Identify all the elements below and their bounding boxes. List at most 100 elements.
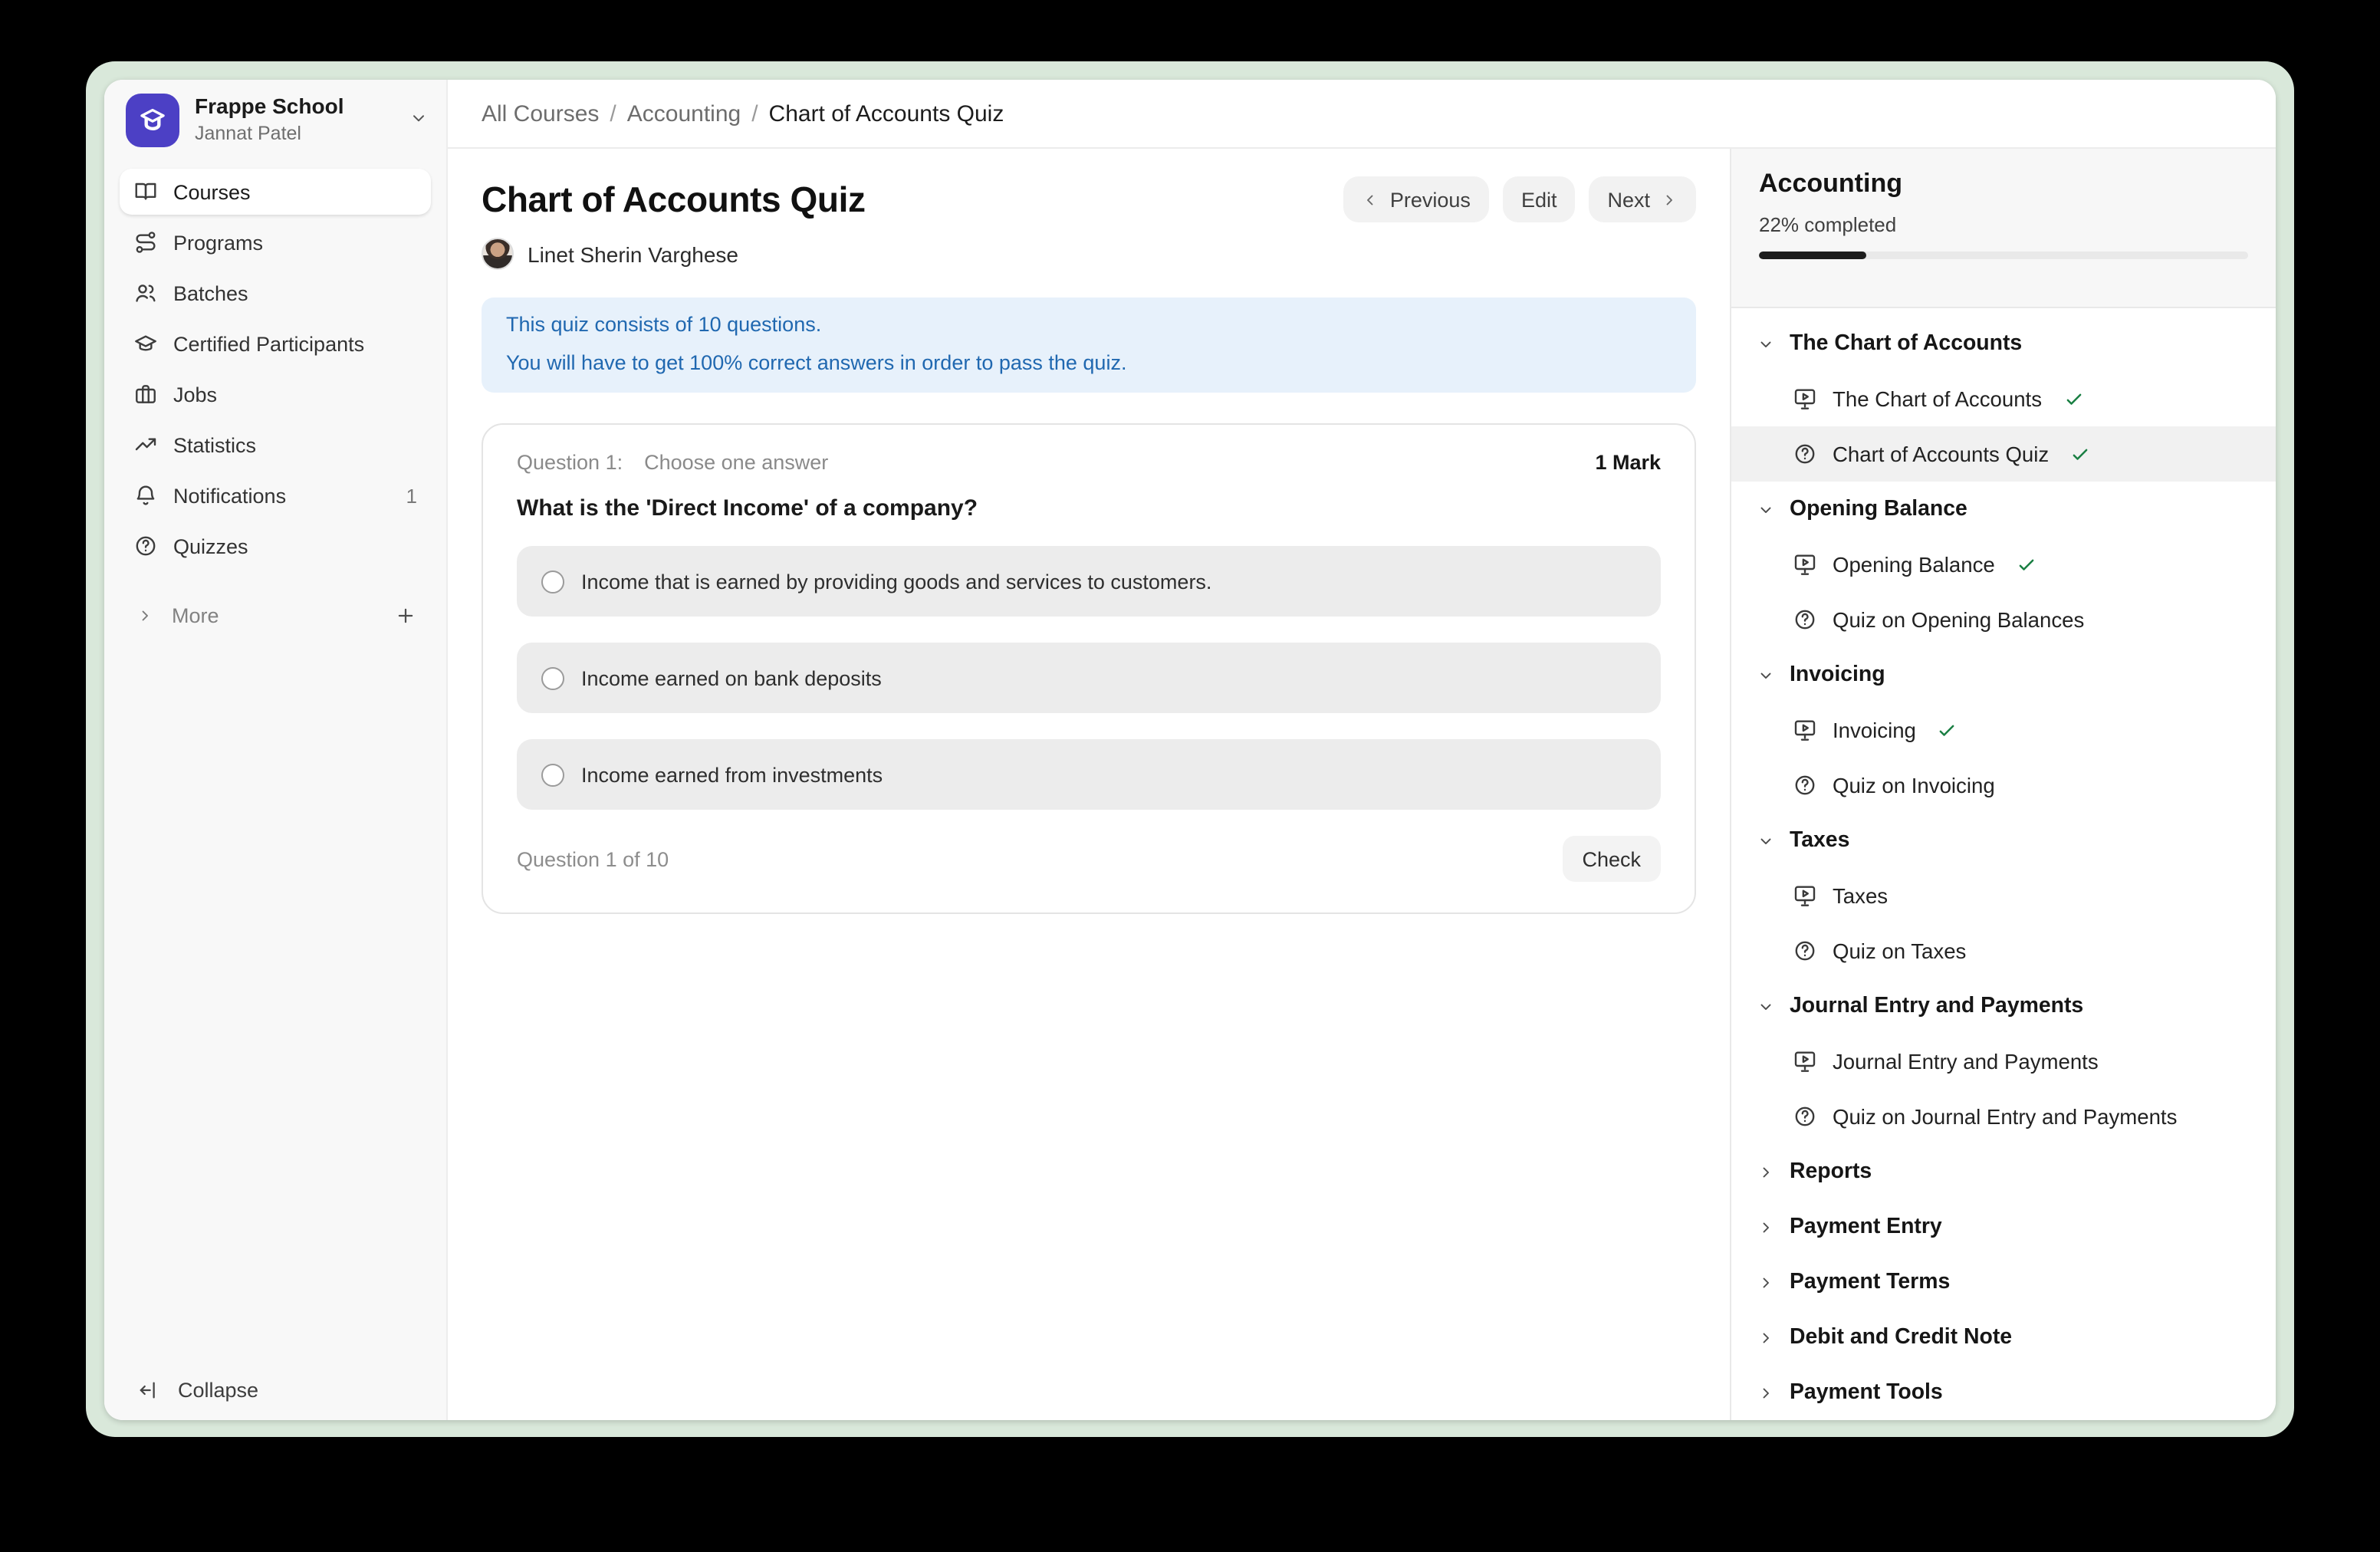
- desktop-background: Frappe School Jannat Patel Courses Progr…: [0, 0, 2380, 1552]
- sidebar-item-label: Programs: [173, 231, 263, 254]
- sidebar-item-quizzes[interactable]: Quizzes: [120, 523, 431, 569]
- help-circle-icon: [133, 534, 158, 558]
- sidebar-item-certified-participants[interactable]: Certified Participants: [120, 321, 431, 367]
- chevron-down-icon: [1757, 832, 1774, 849]
- sidebar-item-courses[interactable]: Courses: [120, 169, 431, 215]
- outline-section-label: Payment Terms: [1790, 1270, 1950, 1294]
- sidebar-item-label: Notifications: [173, 484, 286, 507]
- workspace-switcher[interactable]: Frappe School Jannat Patel: [104, 80, 446, 156]
- sidebar-more[interactable]: More: [104, 594, 446, 636]
- help-circle-icon: [1793, 1104, 1817, 1129]
- route-icon: [133, 230, 158, 255]
- check-icon: [2070, 444, 2090, 464]
- monitor-play-icon: [1793, 883, 1817, 908]
- outline-section[interactable]: Invoicing: [1731, 647, 2276, 702]
- course-progress-fill: [1759, 252, 1866, 259]
- breadcrumb-all-courses[interactable]: All Courses: [482, 100, 599, 127]
- answer-option[interactable]: Income earned on bank deposits: [517, 643, 1661, 713]
- quiz-info-banner: This quiz consists of 10 questions. You …: [482, 298, 1696, 393]
- next-button[interactable]: Next: [1589, 176, 1696, 222]
- outline-item[interactable]: Taxes: [1731, 868, 2276, 923]
- course-outline-list: The Chart of Accounts The Chart of Accou…: [1731, 308, 2276, 1420]
- outline-section[interactable]: Payment Entry: [1731, 1199, 2276, 1254]
- outline-section[interactable]: Taxes: [1731, 813, 2276, 868]
- trending-up-icon: [133, 432, 158, 457]
- outline-item-label: Quiz on Journal Entry and Payments: [1833, 1105, 2177, 1128]
- outline-section[interactable]: Payment Tools: [1731, 1365, 2276, 1420]
- check-icon: [1938, 720, 1958, 740]
- sidebar-more-label: More: [172, 603, 219, 626]
- chevron-left-icon: [1363, 191, 1379, 208]
- check-button[interactable]: Check: [1562, 836, 1661, 882]
- sidebar-collapse-button[interactable]: Collapse: [138, 1379, 258, 1402]
- sidebar-item-programs[interactable]: Programs: [120, 219, 431, 265]
- question-card: Question 1: Choose one answer 1 Mark Wha…: [482, 423, 1696, 914]
- check-icon: [2063, 389, 2083, 409]
- outline-item-label: The Chart of Accounts: [1833, 387, 2042, 410]
- outline-item-label: Quiz on Opening Balances: [1833, 608, 2084, 631]
- chevron-right-icon: [136, 607, 153, 623]
- sidebar-item-jobs[interactable]: Jobs: [120, 371, 431, 417]
- outline-section-label: Invoicing: [1790, 663, 1885, 687]
- author-name: Linet Sherin Varghese: [528, 242, 738, 266]
- outline-section[interactable]: Journal Entry and Payments: [1731, 978, 2276, 1034]
- outline-section-label: Opening Balance: [1790, 497, 1967, 521]
- outline-item[interactable]: Quiz on Journal Entry and Payments: [1731, 1089, 2276, 1144]
- course-progress-bar: [1759, 252, 2248, 259]
- outline-item[interactable]: Invoicing: [1731, 702, 2276, 758]
- radio-button[interactable]: [541, 763, 564, 786]
- answer-option[interactable]: Income earned from investments: [517, 739, 1661, 810]
- outline-section[interactable]: Payment Terms: [1731, 1254, 2276, 1310]
- plus-icon[interactable]: [394, 603, 417, 626]
- frappe-school-logo: [126, 94, 179, 147]
- bell-icon: [133, 483, 158, 508]
- sidebar-item-label: Courses: [173, 180, 251, 203]
- outline-item-label: Invoicing: [1833, 718, 1916, 741]
- radio-button[interactable]: [541, 666, 564, 689]
- outline-section-label: The Chart of Accounts: [1790, 331, 2022, 356]
- chevron-right-icon: [1757, 1163, 1774, 1180]
- avatar: [482, 238, 514, 270]
- outline-section[interactable]: Opening Balance: [1731, 482, 2276, 537]
- monitor-play-icon: [1793, 552, 1817, 577]
- sidebar-item-batches[interactable]: Batches: [120, 270, 431, 316]
- outline-item[interactable]: Quiz on Invoicing: [1731, 758, 2276, 813]
- chevron-right-icon: [1757, 1384, 1774, 1401]
- answer-option-label: Income earned from investments: [581, 763, 883, 786]
- collapse-label: Collapse: [178, 1379, 258, 1402]
- breadcrumb-separator: /: [751, 100, 758, 127]
- outline-section[interactable]: The Chart of Accounts: [1731, 316, 2276, 371]
- chevron-right-icon: [1661, 191, 1678, 208]
- outline-section-label: Taxes: [1790, 828, 1849, 853]
- breadcrumb-accounting[interactable]: Accounting: [627, 100, 741, 127]
- outline-section[interactable]: Debit and Credit Note: [1731, 1310, 2276, 1365]
- radio-button[interactable]: [541, 570, 564, 593]
- sidebar-item-label: Certified Participants: [173, 332, 364, 355]
- answer-option[interactable]: Income that is earned by providing goods…: [517, 546, 1661, 617]
- workspace-title: Frappe School: [195, 94, 409, 121]
- outline-section[interactable]: Reports: [1731, 1144, 2276, 1199]
- outline-item-label: Opening Balance: [1833, 553, 1995, 576]
- previous-button[interactable]: Previous: [1344, 176, 1489, 222]
- outline-item[interactable]: Journal Entry and Payments: [1731, 1034, 2276, 1089]
- sidebar-item-label: Jobs: [173, 383, 217, 406]
- check-icon: [2017, 554, 2036, 574]
- question-marks: 1 Mark: [1595, 451, 1661, 474]
- outline-item[interactable]: Quiz on Opening Balances: [1731, 592, 2276, 647]
- outline-section-label: Debit and Credit Note: [1790, 1325, 2012, 1350]
- edit-button[interactable]: Edit: [1503, 176, 1576, 222]
- sidebar-item-statistics[interactable]: Statistics: [120, 422, 431, 468]
- monitor-play-icon: [1793, 718, 1817, 742]
- chevron-right-icon: [1757, 1218, 1774, 1235]
- outline-item[interactable]: The Chart of Accounts: [1731, 371, 2276, 426]
- outline-item[interactable]: Chart of Accounts Quiz: [1731, 426, 2276, 482]
- app-window: Frappe School Jannat Patel Courses Progr…: [104, 80, 2276, 1420]
- graduation-cap-icon: [133, 331, 158, 356]
- chevron-right-icon: [1757, 1329, 1774, 1346]
- help-circle-icon: [1793, 939, 1817, 963]
- briefcase-icon: [133, 382, 158, 406]
- outline-item[interactable]: Quiz on Taxes: [1731, 923, 2276, 978]
- outline-item[interactable]: Opening Balance: [1731, 537, 2276, 592]
- help-circle-icon: [1793, 607, 1817, 632]
- sidebar-item-notifications[interactable]: Notifications 1: [120, 472, 431, 518]
